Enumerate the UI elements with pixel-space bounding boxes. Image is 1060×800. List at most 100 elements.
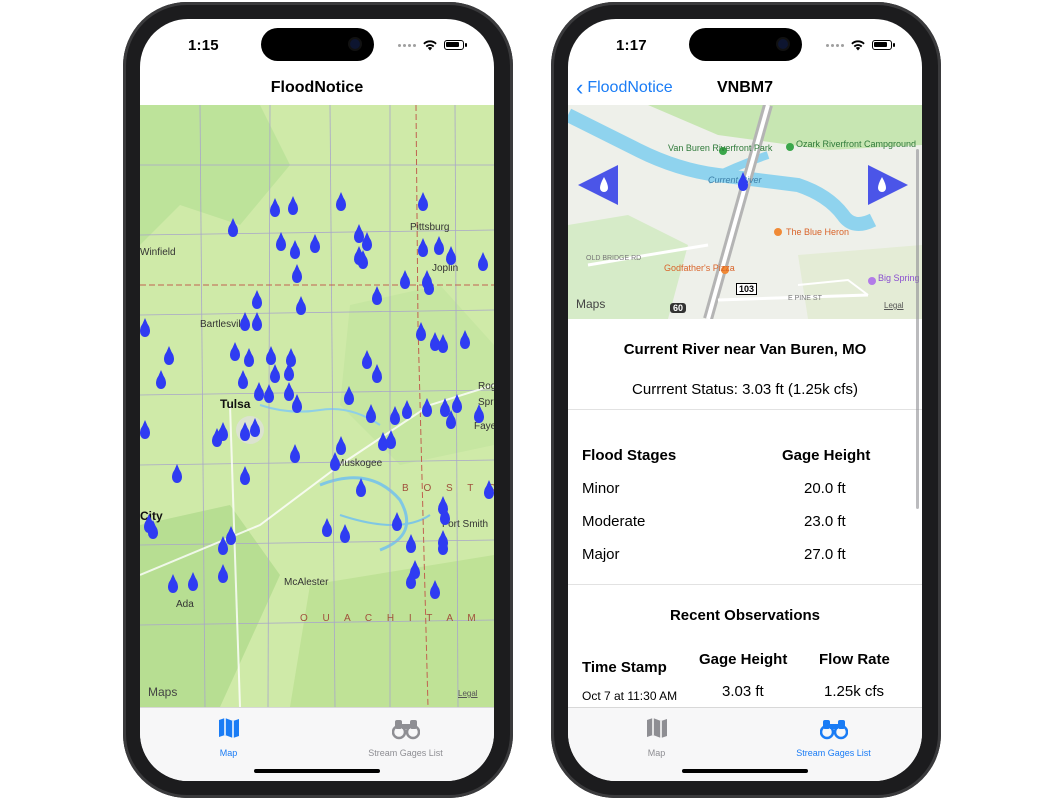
gage-pin[interactable]	[218, 536, 228, 555]
gage-location-map[interactable]: Van Buren Riverfront Park Ozark Riverfro…	[568, 105, 922, 319]
gage-pin[interactable]	[270, 198, 280, 217]
label-e-pine-st: E PINE ST	[788, 295, 822, 302]
poi-ozark-riverfront-campground: Ozark Riverfront Campground	[796, 139, 917, 149]
gage-pin[interactable]	[460, 330, 470, 349]
map-icon	[646, 718, 667, 738]
gage-pin[interactable]	[392, 512, 402, 531]
gage-pin[interactable]	[430, 580, 440, 599]
obs-height: 3.03 ft	[722, 683, 764, 700]
gage-pin[interactable]	[418, 238, 428, 257]
map-label-rog: Rog	[478, 381, 494, 392]
signal-icon	[826, 43, 844, 47]
obs-flow: 1.25k cfs	[824, 683, 885, 700]
gage-pin[interactable]	[296, 296, 306, 315]
tab-stream-gages-list[interactable]: Stream Gages List	[745, 716, 922, 758]
gage-pin[interactable]	[264, 384, 274, 403]
map-legal-link[interactable]: Legal	[458, 689, 478, 698]
gage-pin[interactable]	[330, 452, 340, 471]
gage-pin[interactable]	[244, 348, 254, 367]
gage-pin[interactable]	[478, 252, 488, 271]
gage-pin[interactable]	[366, 404, 376, 423]
gage-pin[interactable]	[738, 172, 748, 191]
next-gage-button[interactable]	[868, 165, 908, 205]
gage-pin[interactable]	[438, 334, 448, 353]
gage-pin[interactable]	[400, 270, 410, 289]
gage-pin[interactable]	[140, 318, 150, 337]
gage-pin[interactable]	[290, 444, 300, 463]
gage-pin[interactable]	[168, 574, 178, 593]
gage-pin[interactable]	[440, 506, 450, 525]
gage-pin[interactable]	[434, 236, 444, 255]
gage-pin[interactable]	[140, 420, 150, 439]
gage-pin[interactable]	[416, 322, 426, 341]
gage-pin[interactable]	[446, 246, 456, 265]
gage-pin[interactable]	[402, 400, 412, 419]
gage-pin[interactable]	[228, 218, 238, 237]
gage-pin[interactable]	[424, 276, 434, 295]
gage-pin[interactable]	[240, 466, 250, 485]
gage-pin[interactable]	[148, 520, 158, 539]
gage-pin[interactable]	[188, 572, 198, 591]
gage-pin[interactable]	[336, 192, 346, 211]
gage-pin[interactable]	[340, 524, 350, 543]
tab-stream-gages-list[interactable]: Stream Gages List	[317, 716, 494, 758]
gage-pin[interactable]	[288, 196, 298, 215]
gage-pin[interactable]	[310, 234, 320, 253]
gage-pin[interactable]	[172, 464, 182, 483]
gage-pin[interactable]	[292, 264, 302, 283]
tab-map[interactable]: Map	[140, 716, 317, 758]
phone-frame-right: 1:17 ‹ FloodNotice VNBM7 Van Buren River…	[551, 2, 941, 798]
obs-time: Oct 7 at 11:30 AM	[582, 689, 678, 703]
gage-pin[interactable]	[362, 350, 372, 369]
gage-pin[interactable]	[422, 398, 432, 417]
gage-pin[interactable]	[390, 406, 400, 425]
gage-pin[interactable]	[226, 526, 236, 545]
gage-pin[interactable]	[446, 410, 456, 429]
gage-pin[interactable]	[252, 290, 262, 309]
gage-pin[interactable]	[156, 370, 166, 389]
gage-pin[interactable]	[266, 346, 276, 365]
gage-pin[interactable]	[276, 232, 286, 251]
gage-pin[interactable]	[372, 286, 382, 305]
maps-logo: Maps	[148, 685, 178, 699]
gage-pin[interactable]	[164, 346, 174, 365]
map-legal-link[interactable]: Legal	[884, 301, 904, 310]
gage-pin[interactable]	[284, 382, 294, 401]
gage-pin[interactable]	[452, 394, 462, 413]
gage-pin[interactable]	[212, 428, 222, 447]
gage-pin[interactable]	[372, 364, 382, 383]
tab-map[interactable]: Map	[568, 716, 745, 758]
gage-pin[interactable]	[284, 362, 294, 381]
gage-pin[interactable]	[252, 312, 262, 331]
gage-pin[interactable]	[240, 312, 250, 331]
gage-pin[interactable]	[386, 430, 396, 449]
flood-map[interactable]: Winfield Pittsburg Joplin Bartlesville T…	[140, 105, 494, 707]
gage-pin[interactable]	[438, 536, 448, 555]
gage-pin[interactable]	[418, 192, 428, 211]
gage-pin[interactable]	[344, 386, 354, 405]
gage-pin[interactable]	[356, 478, 366, 497]
gage-pin[interactable]	[238, 370, 248, 389]
gage-pin[interactable]	[292, 394, 302, 413]
poi-godfathers-pizza: Godfather's Pizza	[664, 263, 735, 273]
gage-pin[interactable]	[322, 518, 332, 537]
divider	[568, 584, 922, 585]
gage-pin[interactable]	[406, 534, 416, 553]
gage-pin[interactable]	[484, 480, 494, 499]
navigation-bar: FloodNotice	[140, 75, 494, 105]
gage-pin[interactable]	[250, 418, 260, 437]
gage-pin[interactable]	[240, 422, 250, 441]
gage-pin[interactable]	[254, 382, 264, 401]
gage-pin[interactable]	[270, 364, 280, 383]
gage-pin[interactable]	[474, 404, 484, 423]
gage-pin[interactable]	[230, 342, 240, 361]
flood-height-minor: 20.0 ft	[804, 480, 846, 497]
gage-pin[interactable]	[406, 570, 416, 589]
gage-pin[interactable]	[290, 240, 300, 259]
previous-gage-button[interactable]	[578, 165, 618, 205]
gage-pin[interactable]	[218, 564, 228, 583]
gage-pin[interactable]	[358, 250, 368, 269]
scrollbar[interactable]	[916, 149, 919, 509]
arrow-left-icon	[578, 165, 618, 205]
gage-pin[interactable]	[362, 232, 372, 251]
